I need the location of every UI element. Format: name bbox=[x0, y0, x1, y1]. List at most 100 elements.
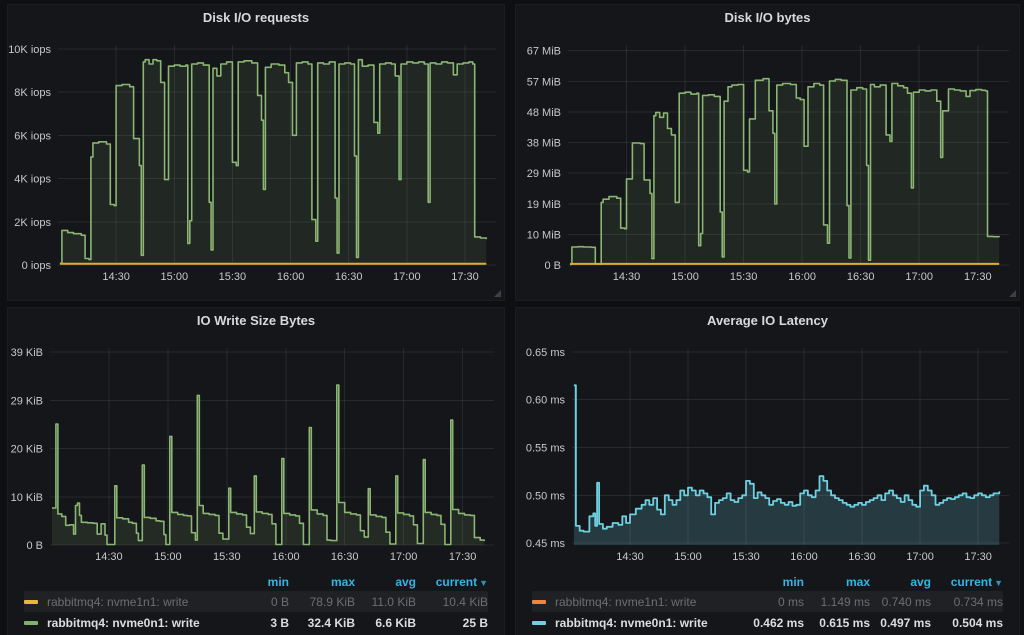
svg-text:15:00: 15:00 bbox=[154, 551, 182, 563]
legend-row: rabbitmq4: nvme0n1: write0.462 ms0.615 m… bbox=[532, 612, 1003, 633]
panel-title-disk-io-bytes[interactable]: Disk I/O bytes bbox=[516, 5, 1019, 31]
panel-io-write-size-bytes: IO Write Size Bytes 0 B10 KiB20 KiB29 Ki… bbox=[8, 308, 504, 635]
svg-text:0 iops: 0 iops bbox=[22, 260, 52, 272]
legend-stat-min: 0 B bbox=[231, 595, 289, 609]
svg-text:67 MiB: 67 MiB bbox=[527, 46, 561, 58]
legend-header-current[interactable]: current▼ bbox=[416, 575, 488, 589]
svg-text:16:00: 16:00 bbox=[788, 271, 816, 283]
svg-text:15:30: 15:30 bbox=[219, 271, 247, 283]
legend-header-current[interactable]: current▼ bbox=[931, 575, 1003, 589]
svg-text:0.45 ms: 0.45 ms bbox=[526, 538, 566, 550]
legend-stat-current: 10.4 KiB bbox=[416, 595, 488, 609]
legend-series-label[interactable]: rabbitmq4: nvme1n1: write bbox=[24, 595, 231, 609]
svg-text:15:30: 15:30 bbox=[213, 551, 241, 563]
svg-text:14:30: 14:30 bbox=[102, 271, 130, 283]
svg-text:57 MiB: 57 MiB bbox=[527, 76, 561, 88]
panel-resize-handle-icon[interactable] bbox=[494, 290, 501, 297]
series-color-swatch-icon bbox=[532, 621, 546, 625]
panel-average-io-latency: Average IO Latency 0.45 ms 0.50 ms 0.55 ms… bbox=[516, 308, 1019, 635]
legend-series-label[interactable]: rabbitmq4: nvme0n1: write bbox=[24, 616, 231, 630]
legend-header-min[interactable]: min bbox=[746, 575, 804, 589]
legend-stat-max: 0.615 ms bbox=[804, 616, 870, 630]
svg-text:15:30: 15:30 bbox=[730, 271, 758, 283]
svg-text:15:00: 15:00 bbox=[161, 271, 189, 283]
svg-text:0.65 ms: 0.65 ms bbox=[526, 347, 566, 359]
svg-text:15:00: 15:00 bbox=[671, 271, 699, 283]
legend-series-label[interactable]: rabbitmq4: nvme0n1: write bbox=[532, 616, 746, 630]
svg-text:29 KiB: 29 KiB bbox=[11, 395, 43, 407]
legend-header: minmaxavgcurrent▼ bbox=[532, 573, 1003, 591]
svg-text:17:00: 17:00 bbox=[906, 551, 934, 563]
svg-text:2K iops: 2K iops bbox=[14, 217, 51, 229]
svg-text:16:00: 16:00 bbox=[272, 551, 300, 563]
svg-text:39 KiB: 39 KiB bbox=[11, 347, 43, 359]
series-color-swatch-icon bbox=[532, 600, 546, 604]
legend-header-max[interactable]: max bbox=[289, 575, 355, 589]
svg-text:15:30: 15:30 bbox=[732, 551, 760, 563]
legend-stat-avg: 11.0 KiB bbox=[355, 595, 416, 609]
plot-disk-io-bytes[interactable]: 0 B10 MiB19 MiB29 MiB38 MiB48 MiB57 MiB6… bbox=[516, 31, 1019, 300]
legend-stat-current: 0.734 ms bbox=[931, 595, 1003, 609]
svg-text:16:00: 16:00 bbox=[277, 271, 305, 283]
legend-row: rabbitmq4: nvme1n1: write0 ms1.149 ms0.7… bbox=[532, 591, 1003, 612]
panel-title-io-write-size-bytes[interactable]: IO Write Size Bytes bbox=[8, 308, 504, 334]
svg-text:17:00: 17:00 bbox=[905, 271, 933, 283]
chart-average-io-latency[interactable]: 0.45 ms 0.50 ms 0.55 ms 0.60 ms 0.65 ms 14:30… bbox=[516, 334, 1019, 573]
svg-text:16:30: 16:30 bbox=[848, 551, 876, 563]
svg-text:17:30: 17:30 bbox=[964, 271, 992, 283]
legend-header-min[interactable]: min bbox=[231, 575, 289, 589]
plot-disk-io-requests[interactable]: 0 iops2K iops4K iops6K iops8K iops10K io… bbox=[8, 31, 504, 300]
chart-io-write-size-bytes[interactable]: 0 B10 KiB20 KiB29 KiB39 KiB14:3015:0015:… bbox=[8, 334, 504, 573]
legend-stat-avg: 0.497 ms bbox=[870, 616, 931, 630]
plot-io-write-size-bytes[interactable]: 0 B10 KiB20 KiB29 KiB39 KiB14:3015:0015:… bbox=[8, 334, 504, 573]
svg-text:19 MiB: 19 MiB bbox=[527, 199, 561, 211]
svg-text:16:30: 16:30 bbox=[335, 271, 363, 283]
svg-text:4K iops: 4K iops bbox=[14, 174, 51, 186]
legend-stat-min: 0 ms bbox=[746, 595, 804, 609]
svg-text:20 KiB: 20 KiB bbox=[11, 444, 43, 456]
legend-io-write-size-bytes: minmaxavgcurrent▼rabbitmq4: nvme1n1: wri… bbox=[8, 573, 504, 635]
legend-header-avg[interactable]: avg bbox=[870, 575, 931, 589]
series-color-swatch-icon bbox=[24, 600, 38, 604]
legend-series-label[interactable]: rabbitmq4: nvme1n1: write bbox=[532, 595, 746, 609]
legend-row: rabbitmq4: nvme1n1: write0 B78.9 KiB11.0… bbox=[24, 591, 488, 612]
legend-header-max[interactable]: max bbox=[804, 575, 870, 589]
legend-stat-min: 0.462 ms bbox=[746, 616, 804, 630]
svg-text:0 B: 0 B bbox=[26, 540, 43, 552]
plot-average-io-latency[interactable]: 0.45 ms 0.50 ms 0.55 ms 0.60 ms 0.65 ms 14:30… bbox=[516, 334, 1019, 573]
legend-stat-current: 25 B bbox=[416, 616, 488, 630]
svg-text:17:00: 17:00 bbox=[393, 271, 421, 283]
legend-stat-current: 0.504 ms bbox=[931, 616, 1003, 630]
panel-resize-handle-icon[interactable] bbox=[1009, 290, 1016, 297]
legend-stat-max: 1.149 ms bbox=[804, 595, 870, 609]
svg-text:0.50 ms: 0.50 ms bbox=[526, 490, 566, 502]
panel-title-average-io-latency[interactable]: Average IO Latency bbox=[516, 308, 1019, 334]
svg-text:38 MiB: 38 MiB bbox=[527, 138, 561, 150]
svg-text:16:30: 16:30 bbox=[331, 551, 359, 563]
chart-disk-io-bytes[interactable]: 0 B10 MiB19 MiB29 MiB38 MiB48 MiB57 MiB6… bbox=[516, 31, 1019, 300]
svg-text:0 B: 0 B bbox=[544, 260, 561, 272]
svg-text:0.55 ms: 0.55 ms bbox=[526, 443, 566, 455]
panel-title-disk-io-requests[interactable]: Disk I/O requests bbox=[8, 5, 504, 31]
svg-text:0.60 ms: 0.60 ms bbox=[526, 395, 566, 407]
svg-text:14:30: 14:30 bbox=[613, 271, 641, 283]
legend-stat-min: 3 B bbox=[231, 616, 289, 630]
legend-header: minmaxavgcurrent▼ bbox=[24, 573, 488, 591]
legend-stat-max: 32.4 KiB bbox=[289, 616, 355, 630]
svg-text:48 MiB: 48 MiB bbox=[527, 107, 561, 119]
panel-disk-io-bytes: Disk I/O bytes 0 B10 MiB19 MiB29 MiB38 M… bbox=[516, 5, 1019, 300]
legend-header-avg[interactable]: avg bbox=[355, 575, 416, 589]
svg-text:15:00: 15:00 bbox=[674, 551, 702, 563]
legend-average-io-latency: minmaxavgcurrent▼rabbitmq4: nvme1n1: wri… bbox=[516, 573, 1019, 635]
chart-disk-io-requests[interactable]: 0 iops2K iops4K iops6K iops8K iops10K io… bbox=[8, 31, 504, 300]
svg-text:17:30: 17:30 bbox=[449, 551, 477, 563]
grafana-dashboard: { "theme": { "page_background": "#0e0f12… bbox=[0, 0, 1024, 635]
svg-text:17:30: 17:30 bbox=[451, 271, 479, 283]
legend-stat-avg: 0.740 ms bbox=[870, 595, 931, 609]
svg-text:8K iops: 8K iops bbox=[14, 87, 51, 99]
legend-stat-max: 78.9 KiB bbox=[289, 595, 355, 609]
legend-stat-avg: 6.6 KiB bbox=[355, 616, 416, 630]
svg-text:6K iops: 6K iops bbox=[14, 130, 51, 142]
svg-text:14:30: 14:30 bbox=[616, 551, 644, 563]
series-color-swatch-icon bbox=[24, 621, 38, 625]
